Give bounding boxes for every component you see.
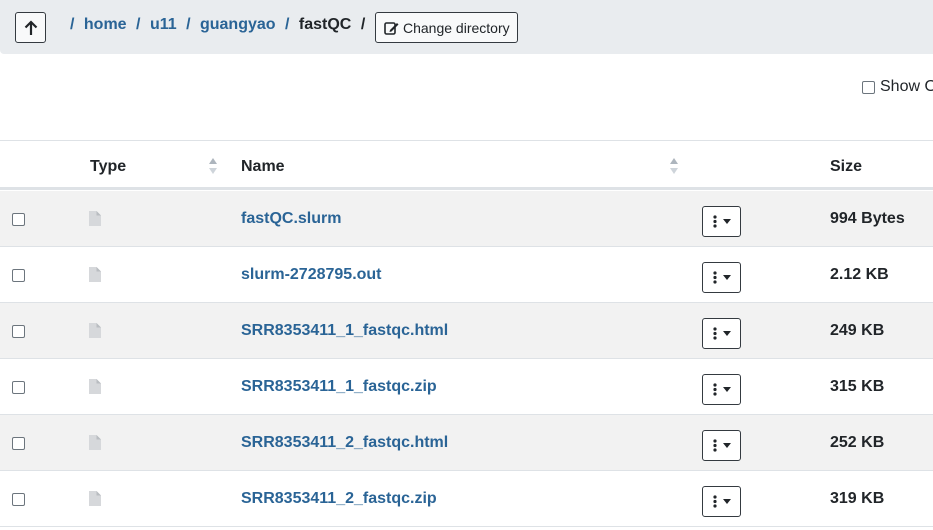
file-name-link[interactable]: slurm-2728795.out: [241, 266, 382, 284]
breadcrumb-separator: /: [360, 16, 366, 33]
row-select-checkbox[interactable]: [12, 381, 25, 394]
file-size: 994 Bytes: [830, 210, 905, 227]
change-directory-label: Change directory: [403, 19, 510, 36]
table-row[interactable]: slurm-2728795.out 2.12 KB: [0, 247, 933, 303]
file-size: 319 KB: [830, 490, 885, 507]
file-name-link[interactable]: SRR8353411_1_fastqc.html: [241, 322, 448, 340]
file-icon: [89, 491, 101, 506]
sort-icon[interactable]: [669, 156, 679, 176]
caret-down-icon: [722, 443, 731, 448]
breadcrumb-separator: /: [186, 16, 191, 33]
row-select-checkbox[interactable]: [12, 437, 25, 450]
file-icon: [89, 379, 101, 394]
file-icon: [89, 267, 101, 282]
breadcrumb-guangyao[interactable]: guangyao: [200, 16, 276, 33]
breadcrumb-separator: /: [70, 16, 75, 33]
file-actions-button[interactable]: [702, 486, 741, 517]
file-icon: [89, 323, 101, 338]
caret-down-icon: [722, 387, 731, 392]
file-icon: [89, 435, 101, 450]
file-icon: [89, 211, 101, 226]
file-actions-button[interactable]: [702, 374, 741, 405]
file-actions-button[interactable]: [702, 430, 741, 461]
file-name-link[interactable]: SRR8353411_1_fastqc.zip: [241, 378, 437, 396]
column-header-name[interactable]: Name: [241, 158, 285, 176]
file-size: 249 KB: [830, 322, 885, 339]
change-directory-button[interactable]: Change directory: [375, 12, 518, 43]
sort-icon[interactable]: [208, 156, 218, 176]
file-name-link[interactable]: SRR8353411_2_fastqc.html: [241, 434, 448, 452]
table-row[interactable]: SRR8353411_2_fastqc.html 252 KB: [0, 415, 933, 471]
arrow-up-icon: [24, 19, 37, 35]
path-toolbar: / home / u11 / guangyao / fastQC / Chang…: [0, 0, 933, 54]
caret-down-icon: [722, 275, 731, 280]
column-header-size[interactable]: Size: [830, 158, 862, 176]
caret-down-icon: [722, 219, 731, 224]
row-select-checkbox[interactable]: [12, 325, 25, 338]
table-header: Type Name Size: [0, 140, 933, 190]
column-header-type[interactable]: Type: [90, 158, 126, 176]
row-select-checkbox[interactable]: [12, 493, 25, 506]
ellipsis-vertical-icon: [712, 383, 717, 396]
table-row[interactable]: fastQC.slurm 994 Bytes: [0, 191, 933, 247]
ellipsis-vertical-icon: [712, 439, 717, 452]
file-size: 252 KB: [830, 434, 885, 451]
file-actions-button[interactable]: [702, 262, 741, 293]
ellipsis-vertical-icon: [712, 327, 717, 340]
breadcrumb-separator: /: [136, 16, 141, 33]
ellipsis-vertical-icon: [712, 271, 717, 284]
show-checkbox[interactable]: [862, 80, 875, 94]
file-name-link[interactable]: fastQC.slurm: [241, 210, 341, 228]
row-select-checkbox[interactable]: [12, 213, 25, 226]
table-row[interactable]: SRR8353411_1_fastqc.zip 315 KB: [0, 359, 933, 415]
file-actions-button[interactable]: [702, 318, 741, 349]
caret-down-icon: [722, 331, 731, 336]
file-actions-button[interactable]: [702, 206, 741, 237]
caret-down-icon: [722, 499, 731, 504]
table-row[interactable]: SRR8353411_1_fastqc.html 249 KB: [0, 303, 933, 359]
breadcrumb-current: fastQC: [298, 16, 352, 33]
file-size: 2.12 KB: [830, 266, 889, 283]
show-options-toggle[interactable]: Show O: [862, 78, 933, 96]
breadcrumb-u11[interactable]: u11: [150, 16, 177, 33]
parent-directory-button[interactable]: [15, 12, 46, 43]
edit-icon: [384, 21, 399, 35]
row-select-checkbox[interactable]: [12, 269, 25, 282]
breadcrumb-separator: /: [285, 16, 290, 33]
file-name-link[interactable]: SRR8353411_2_fastqc.zip: [241, 490, 437, 508]
ellipsis-vertical-icon: [712, 495, 717, 508]
file-size: 315 KB: [830, 378, 885, 395]
breadcrumb: / home / u11 / guangyao / fastQC /: [70, 16, 370, 34]
ellipsis-vertical-icon: [712, 215, 717, 228]
show-label: Show O: [880, 78, 933, 95]
breadcrumb-home[interactable]: home: [84, 16, 127, 33]
table-row[interactable]: SRR8353411_2_fastqc.zip 319 KB: [0, 471, 933, 527]
